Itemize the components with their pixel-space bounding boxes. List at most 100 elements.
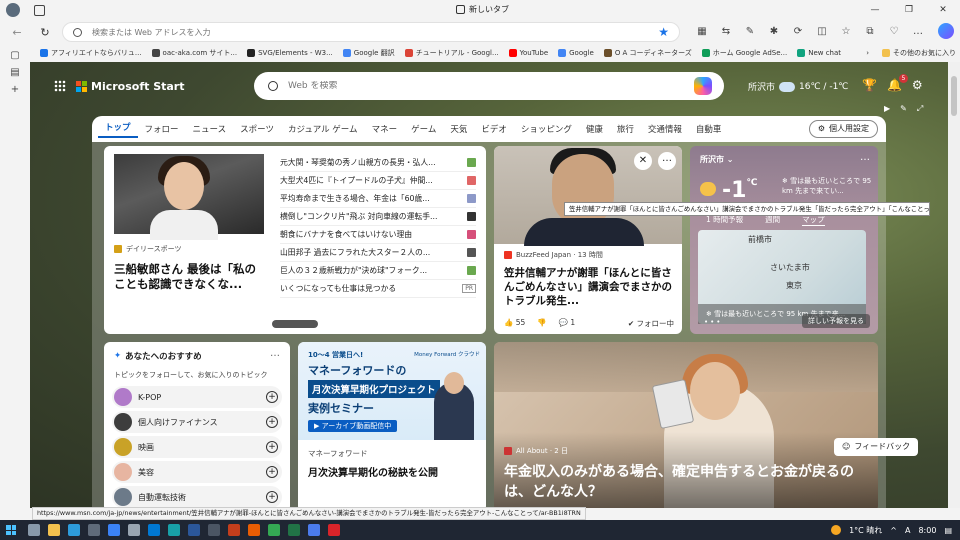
add-icon[interactable]: +	[266, 416, 278, 428]
list-item-ad[interactable]: いくつになっても仕事は見つかる PR	[280, 280, 476, 298]
bookmark-9[interactable]: New chat	[797, 49, 841, 57]
detailed-forecast-button[interactable]: 詳しい予報を見る	[802, 314, 870, 328]
carousel-dots[interactable]: •••	[704, 318, 722, 326]
copilot-search-icon[interactable]	[694, 77, 712, 95]
nav-item-money[interactable]: マネー	[365, 123, 405, 135]
settings-gear-icon[interactable]: ⚙	[912, 78, 923, 92]
edit-layout-icon[interactable]: ✎	[900, 104, 907, 114]
notification-center-icon[interactable]: ▤	[944, 526, 952, 535]
collections-icon[interactable]: ⧉	[858, 24, 882, 40]
list-item[interactable]: 元大関・琴奨菊の秀ノ山親方の長男・弘人...	[280, 154, 476, 172]
list-item[interactable]: 平均寿命まで生きる場合、年金は「60歳...	[280, 190, 476, 208]
nav-item-health[interactable]: 健康	[579, 123, 610, 135]
favorites-icon[interactable]: ☆	[834, 24, 858, 40]
favorite-star-icon[interactable]: ★	[658, 25, 669, 39]
vertical-tabs-icon[interactable]: ▤	[0, 67, 30, 78]
carousel-pager[interactable]	[272, 320, 318, 328]
address-input[interactable]	[92, 27, 632, 37]
bookmarks-overflow[interactable]: › その他のお気に入り	[866, 48, 956, 58]
topic-item[interactable]: 美容 +	[112, 461, 282, 483]
topic-item[interactable]: 映画 +	[112, 436, 282, 458]
weather-location[interactable]: 所沢市 ⌄	[700, 154, 734, 165]
weather-map[interactable]: 前橋市 さいたま市 東京 ❄ 雪は最も近いところで 95 km 先まで来...	[698, 230, 866, 324]
like-button[interactable]: 👍 55	[504, 318, 525, 329]
app-launcher-icon[interactable]	[54, 80, 66, 92]
nav-item-top[interactable]: トップ	[98, 121, 138, 138]
web-search-input[interactable]	[288, 81, 668, 91]
ad-banner[interactable]: 10～4 営業日へ! Money Forward クラウド マネーフォワードの …	[298, 342, 486, 440]
list-item[interactable]: 山田邦子 過去にフラれた大スター２人の...	[280, 244, 476, 262]
mail-icon[interactable]	[148, 524, 160, 536]
play-icon[interactable]: ▶	[884, 104, 890, 114]
app-icon[interactable]	[208, 524, 220, 536]
split-screen-icon[interactable]: ◫	[810, 24, 834, 40]
list-item[interactable]: 横倒し"コンクリ片"飛ぶ 対向車線の運転手...	[280, 208, 476, 226]
add-icon[interactable]: +	[266, 466, 278, 478]
address-bar[interactable]: ★	[62, 22, 680, 42]
translate-icon[interactable]: ⇆	[714, 24, 738, 40]
feature-card-allabout[interactable]: All About · 2 日 年金収入のみがある場合、確定申告するとお金が戻る…	[494, 342, 878, 508]
list-item[interactable]: 大型犬4匹に『トイプードルの子犬』仲間...	[280, 172, 476, 190]
puzzle-icon[interactable]: ✱	[762, 24, 786, 40]
file-explorer-icon[interactable]	[48, 524, 60, 536]
list-item[interactable]: 朝食にバナナを食べてはいけない理由	[280, 226, 476, 244]
bookmark-2[interactable]: SVG/Elements - W3...	[247, 49, 333, 57]
nav-item-travel[interactable]: 旅行	[610, 123, 641, 135]
chevron-up-icon[interactable]: ^	[890, 526, 897, 535]
nav-item-shopping[interactable]: ショッピング	[514, 123, 579, 135]
article-headline[interactable]: 笠井信輔アナが謝罪「ほんとに皆さんごめんなさい」講演会でまさかのトラブル発生..…	[504, 266, 676, 308]
topic-item[interactable]: K-POP +	[112, 386, 282, 408]
app-icon[interactable]	[68, 524, 80, 536]
comment-button[interactable]: 💬 1	[559, 318, 576, 329]
more-menu-icon[interactable]: …	[906, 24, 930, 40]
more-options-icon[interactable]: …	[270, 348, 280, 359]
maximize-button[interactable]: ❐	[892, 0, 926, 20]
notifications-bell-icon[interactable]: 🔔 5	[887, 74, 908, 92]
nav-item-weather[interactable]: 天気	[443, 123, 474, 135]
extension-icon[interactable]: ▦	[690, 24, 714, 40]
nav-item-news[interactable]: ニュース	[186, 123, 234, 135]
reload-button[interactable]: ↻	[36, 26, 54, 39]
app-icon[interactable]	[248, 524, 260, 536]
bookmark-5[interactable]: YouTube	[508, 49, 548, 57]
close-window-button[interactable]: ✕	[926, 0, 960, 20]
nav-item-sports[interactable]: スポーツ	[233, 123, 281, 135]
active-tab[interactable]: 新しいタブ	[456, 4, 509, 15]
page-scrollbar[interactable]	[948, 62, 960, 508]
excel-icon[interactable]	[288, 524, 300, 536]
nav-item-games[interactable]: ゲーム	[404, 123, 443, 135]
chrome-icon[interactable]	[268, 524, 280, 536]
add-icon[interactable]: +	[266, 391, 278, 403]
add-icon[interactable]: +	[266, 491, 278, 503]
minimize-button[interactable]: —	[858, 0, 892, 20]
bookmark-1[interactable]: oac-aka.com サイト...	[151, 48, 237, 58]
more-options-icon[interactable]: …	[658, 152, 676, 170]
nav-item-traffic[interactable]: 交通情報	[641, 123, 689, 135]
feature-headline[interactable]: 年金収入のみがある場合、確定申告するとお金が戻るのは、どんな人？	[504, 462, 868, 502]
workspaces-icon[interactable]	[34, 4, 45, 16]
rewards-trophy-icon[interactable]: 🏆	[862, 78, 877, 92]
article-photo[interactable]	[494, 146, 682, 246]
task-view-icon[interactable]	[28, 524, 40, 536]
taskbar-weather[interactable]: 1°C 晴れ	[849, 525, 882, 536]
tab-actions-icon[interactable]: ▢	[0, 50, 30, 61]
powerpoint-icon[interactable]	[228, 524, 240, 536]
app-icon[interactable]	[308, 524, 320, 536]
app-icon[interactable]	[108, 524, 120, 536]
hero-photo[interactable]	[114, 154, 264, 240]
acrobat-icon[interactable]	[328, 524, 340, 536]
follow-button[interactable]: ✔ フォロー中	[628, 318, 674, 329]
copilot-icon[interactable]	[938, 23, 954, 39]
bookmark-4[interactable]: チュートリアル - Googl...	[404, 48, 499, 58]
hero-headline[interactable]: 三船敏郎さん 最後は「私のことも認識できなくな...	[114, 262, 264, 292]
dislike-icon[interactable]: 👎	[537, 318, 546, 329]
expand-icon[interactable]: ⤢	[917, 104, 923, 114]
bookmark-0[interactable]: アフィリエイトならバリュ...	[40, 48, 142, 58]
refresh-sync-icon[interactable]: ⟳	[786, 24, 810, 40]
nav-item-follow[interactable]: フォロー	[138, 123, 186, 135]
heart-icon[interactable]: ♡	[882, 24, 906, 40]
profile-avatar[interactable]	[6, 3, 20, 17]
weather-alert[interactable]: ❄ 雪は最も近いところで 95 km 先まで来てい...	[782, 176, 874, 196]
app-icon[interactable]	[88, 524, 100, 536]
back-button[interactable]: ←	[8, 26, 26, 39]
